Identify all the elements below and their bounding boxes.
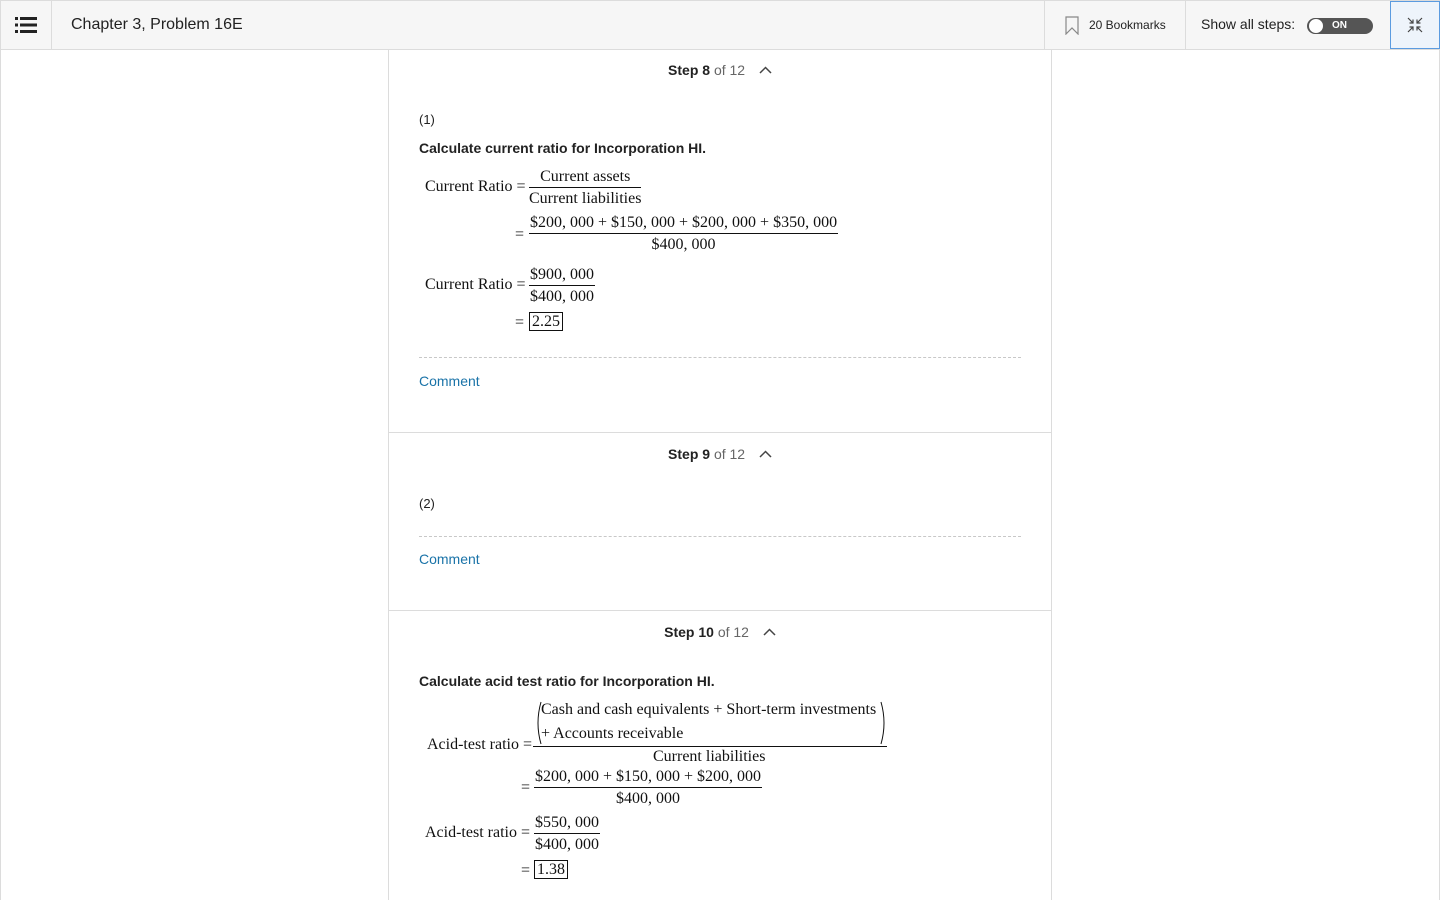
math-numerator: $550, 000: [534, 813, 600, 834]
math-fraction: $200, 000 + $150, 000 + $200, 000 + $350…: [529, 213, 839, 256]
chevron-up-icon[interactable]: [759, 66, 772, 74]
step-10-heading: Calculate acid test ratio for Incorporat…: [419, 673, 715, 689]
step-total: of 12: [713, 62, 746, 78]
math-denominator: $400, 000: [530, 288, 594, 305]
math-denominator: $400, 000: [651, 236, 716, 253]
fraction-bar: [533, 746, 887, 747]
math-numerator: $900, 000: [529, 265, 595, 286]
math-numerator: Current assets: [529, 167, 642, 188]
right-panel: [1052, 50, 1440, 900]
math-result: 1.38: [534, 860, 568, 879]
math-denominator: $400, 000: [535, 836, 599, 853]
divider: [419, 357, 1021, 358]
toggle-knob: [1308, 18, 1324, 34]
math-fraction: $900, 000 $400, 000: [529, 265, 595, 308]
math-lhs: Current Ratio =: [425, 178, 526, 195]
math-lhs: Current Ratio =: [425, 276, 526, 293]
comment-link[interactable]: Comment: [419, 373, 480, 389]
step-separator: [389, 432, 1051, 433]
math-fraction: Current assets Current liabilities: [529, 167, 642, 210]
math-equals: =: [515, 226, 525, 243]
chapter-title: Chapter 3, Problem 16E: [71, 16, 243, 33]
step-10-header[interactable]: Step 10 of 12: [389, 624, 1051, 640]
top-bar: Chapter 3, Problem 16E 20 Bookmarks Show…: [0, 0, 1440, 50]
show-all-steps-label: Show all steps:: [1201, 16, 1296, 32]
math-denominator: $400, 000: [616, 790, 681, 807]
step-separator: [389, 610, 1051, 611]
math-result: 2.25: [529, 312, 563, 331]
math-fraction: $200, 000 + $150, 000 + $200, 000 $400, …: [534, 767, 763, 810]
step-number: Step 8: [668, 62, 711, 78]
step-total: of 12: [713, 446, 746, 462]
chevron-up-icon[interactable]: [763, 628, 776, 636]
collapse-arrows-icon: [1407, 17, 1423, 33]
divider: [419, 536, 1021, 537]
bookmark-icon: [1065, 15, 1079, 35]
math-lhs: Acid-test ratio =: [427, 736, 532, 753]
math-numerator-line-2: + Accounts receivable: [541, 725, 684, 742]
step-9-header[interactable]: Step 9 of 12: [389, 446, 1051, 462]
toggle-label: ON: [1332, 20, 1347, 31]
result-box: 2.25: [529, 312, 563, 331]
left-panel: [0, 50, 388, 900]
math-numerator: $200, 000 + $150, 000 + $200, 000 + $350…: [529, 213, 839, 234]
math-denominator: Current liabilities: [653, 748, 766, 765]
step-8-header[interactable]: Step 8 of 12: [389, 62, 1051, 78]
result-box: 1.38: [534, 860, 568, 879]
math-denominator: Current liabilities: [529, 190, 642, 207]
solution-steps[interactable]: Step 8 of 12 (1) Calculate current ratio…: [388, 50, 1052, 900]
list-menu-icon: [15, 17, 37, 33]
step-total: of 12: [717, 624, 749, 640]
math-equals: =: [521, 862, 531, 879]
step-8-heading: Calculate current ratio for Incorporatio…: [419, 140, 707, 156]
math-equals: =: [515, 314, 525, 331]
show-all-steps-toggle[interactable]: ON: [1307, 18, 1373, 34]
step-8-part: (1): [419, 112, 435, 127]
menu-button[interactable]: [1, 1, 52, 49]
math-numerator: $200, 000 + $150, 000 + $200, 000: [534, 767, 763, 788]
math-lhs: Acid-test ratio =: [425, 824, 530, 841]
collapse-button[interactable]: [1390, 1, 1440, 49]
step-number: Step 9: [668, 446, 711, 462]
step-number: Step 10: [664, 624, 714, 640]
step-9-part: (2): [419, 496, 435, 511]
math-equals: =: [521, 779, 531, 796]
comment-link[interactable]: Comment: [419, 551, 480, 567]
math-fraction: $550, 000 $400, 000: [534, 813, 600, 856]
bookmarks-label: 20 Bookmarks: [1089, 18, 1166, 32]
math-numerator-line-1: Cash and cash equivalents + Short-term i…: [541, 701, 877, 718]
bookmarks-button[interactable]: 20 Bookmarks: [1044, 1, 1186, 49]
chevron-up-icon[interactable]: [759, 450, 772, 458]
